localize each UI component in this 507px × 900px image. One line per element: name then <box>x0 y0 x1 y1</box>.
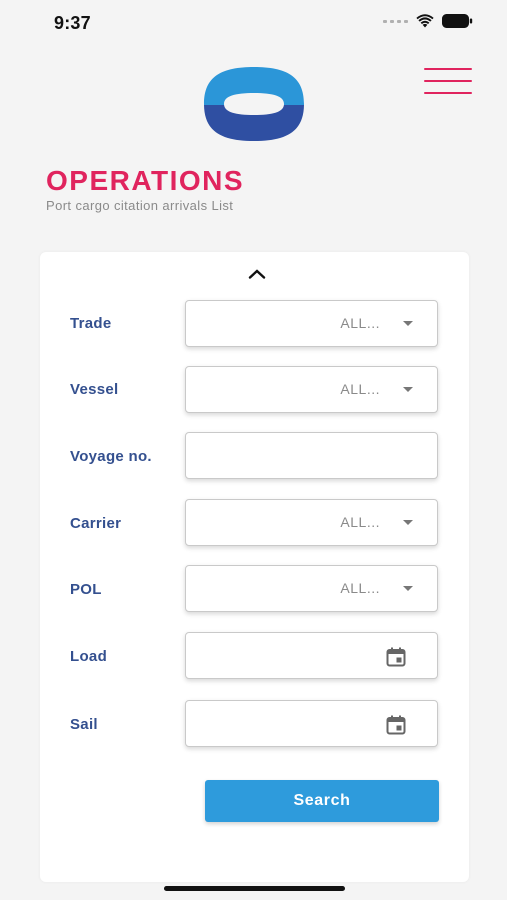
dropdown-arrow-icon <box>403 387 413 392</box>
sail-label: Sail <box>70 716 98 733</box>
vessel-select[interactable]: ALL... <box>185 366 438 413</box>
hamburger-menu-button[interactable] <box>424 68 472 96</box>
sail-date-input[interactable] <box>185 700 438 747</box>
status-icons <box>383 14 473 28</box>
voyage-no-label: Voyage no. <box>70 448 152 465</box>
trade-select[interactable]: ALL... <box>185 300 438 347</box>
dropdown-arrow-icon <box>403 586 413 591</box>
dropdown-arrow-icon <box>403 321 413 326</box>
calendar-icon[interactable] <box>385 646 407 668</box>
page-title: OPERATIONS <box>46 165 245 196</box>
pol-label: POL <box>70 581 102 598</box>
battery-icon <box>442 14 473 28</box>
cellular-signal-icon <box>383 19 408 23</box>
chevron-up-icon <box>248 269 266 279</box>
collapse-toggle-button[interactable] <box>245 266 269 282</box>
filter-card: Trade ALL... Vessel ALL... Voyage no. Ca… <box>40 252 469 882</box>
dropdown-arrow-icon <box>403 520 413 525</box>
trade-label: Trade <box>70 315 112 332</box>
vessel-select-value: ALL... <box>340 381 380 397</box>
status-bar: 9:37 <box>0 0 507 44</box>
trade-select-value: ALL... <box>340 315 380 331</box>
wifi-icon <box>416 14 434 28</box>
home-indicator <box>164 886 345 891</box>
carrier-select-value: ALL... <box>340 514 380 530</box>
voyage-no-input[interactable] <box>185 432 438 479</box>
load-label: Load <box>70 648 108 665</box>
status-time: 9:37 <box>54 13 91 33</box>
pol-select-value: ALL... <box>340 580 380 596</box>
pol-select[interactable]: ALL... <box>185 565 438 612</box>
app-logo <box>204 67 304 141</box>
calendar-icon[interactable] <box>385 714 407 736</box>
page-subtitle: Port cargo citation arrivals List <box>46 198 234 213</box>
carrier-select[interactable]: ALL... <box>185 499 438 546</box>
load-date-input[interactable] <box>185 632 438 679</box>
search-button[interactable]: Search <box>205 780 439 822</box>
carrier-label: Carrier <box>70 515 122 532</box>
vessel-label: Vessel <box>70 381 119 398</box>
